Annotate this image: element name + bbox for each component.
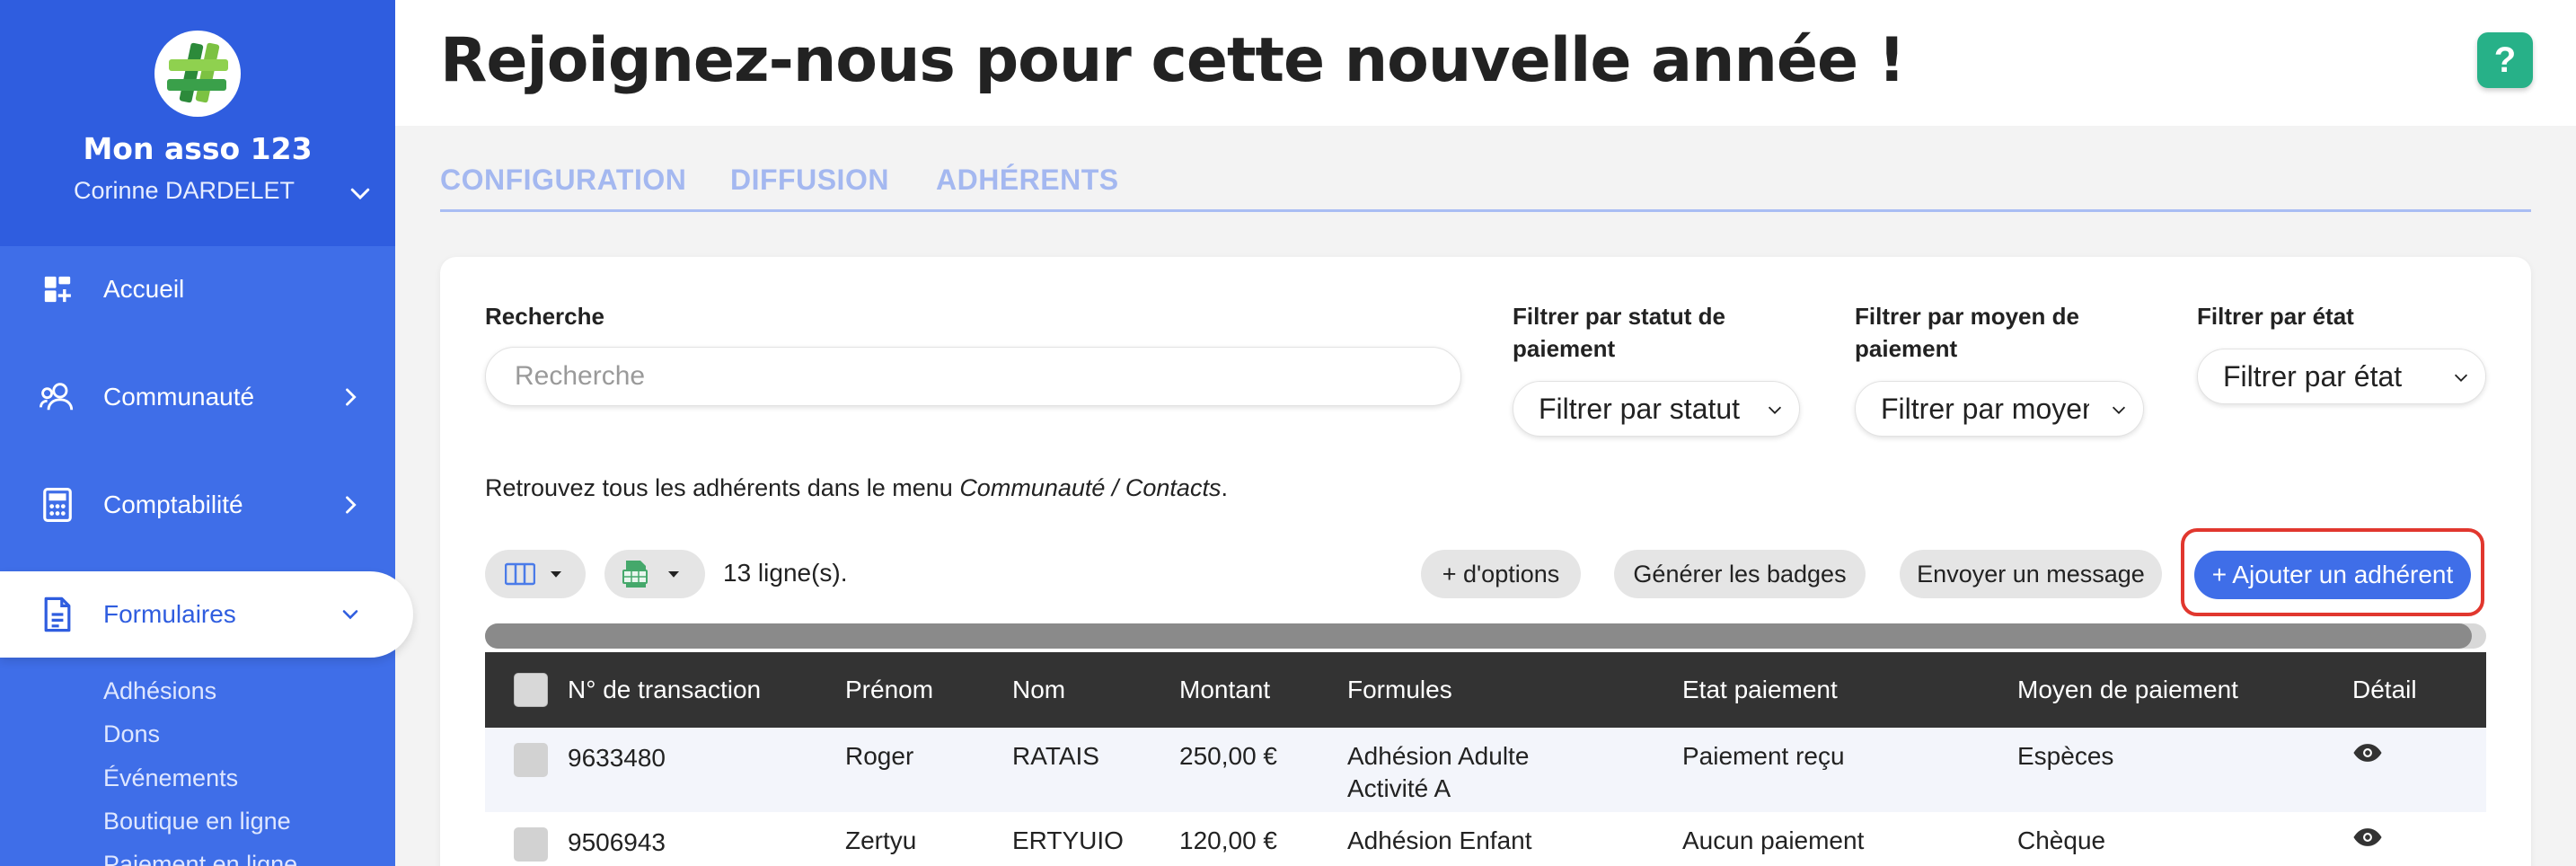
page-title: Rejoignez-nous pour cette nouvelle année…: [440, 25, 1906, 96]
payment-method: Chèque: [2017, 826, 2106, 854]
column-header[interactable]: Formules: [1347, 652, 1682, 728]
eye-icon[interactable]: [2352, 741, 2383, 764]
select-all-checkbox[interactable]: [514, 673, 548, 707]
chevron-down-icon: [1768, 406, 1782, 414]
tab-diffusion[interactable]: DIFFUSION: [730, 163, 889, 197]
tab-bar: CONFIGURATION DIFFUSION ADHÉRENTS: [440, 158, 2531, 212]
caret-down-icon: [668, 571, 679, 578]
document-icon: [38, 595, 77, 634]
row-checkbox[interactable]: [514, 742, 548, 777]
column-header[interactable]: N° de transaction: [568, 652, 845, 728]
last-name: RATAIS: [1012, 742, 1099, 770]
info-path: Communauté / Contacts: [959, 474, 1222, 501]
user-name: Corinne DARDELET: [73, 177, 296, 204]
first-name: Zertyu: [845, 826, 917, 854]
columns-button[interactable]: [485, 550, 586, 598]
subnav-boutique[interactable]: Boutique en ligne: [103, 808, 291, 835]
more-options-button[interactable]: + d'options: [1421, 550, 1581, 598]
members-table: N° de transaction Prénom Nom Montant For…: [485, 652, 2486, 866]
scrollbar-thumb[interactable]: [485, 623, 2472, 649]
chevron-down-icon: [2454, 374, 2468, 382]
members-card: Recherche Filtrer par statut de paiement…: [440, 257, 2531, 866]
sidebar-item-label: Communauté: [103, 383, 255, 411]
sidebar-item-label: Accueil: [103, 275, 185, 303]
sidebar-item-label: Formulaires: [103, 600, 236, 628]
subnav-paiement[interactable]: Paiement en ligne: [103, 851, 297, 866]
generate-badges-button[interactable]: Générer les badges: [1614, 550, 1866, 598]
column-header[interactable]: Prénom: [845, 652, 1012, 728]
state-select[interactable]: Filtrer par état: [2197, 349, 2486, 404]
table-row[interactable]: 9506943 Zertyu ERTYUIO 120,00 € Adhésion…: [485, 812, 2486, 866]
search-input[interactable]: [485, 347, 1461, 406]
table-row[interactable]: 9633480 Roger RATAIS 250,00 € Adhésion A…: [485, 728, 2486, 812]
select-value: Filtrer par statut de paiement: [1539, 392, 1745, 425]
subnav-evenements[interactable]: Événements: [103, 764, 238, 792]
transaction-id: 9633480: [568, 744, 666, 772]
column-header[interactable]: Montant: [1179, 652, 1347, 728]
column-header[interactable]: Nom: [1012, 652, 1179, 728]
first-name: Roger: [845, 742, 914, 770]
sidebar-item-accueil[interactable]: Accueil: [0, 246, 395, 332]
select-value: Filtrer par moyen de paiement: [1881, 392, 2089, 425]
chevron-down-icon[interactable]: [347, 180, 374, 207]
info-text: Retrouvez tous les adhérents dans le men…: [485, 474, 1228, 501]
calculator-icon: [38, 485, 77, 525]
column-header[interactable]: Moyen de paiement: [2017, 652, 2352, 728]
add-member-button[interactable]: + Ajouter un adhérent: [2194, 551, 2471, 599]
subnav-dons[interactable]: Dons: [103, 720, 160, 748]
send-message-button[interactable]: Envoyer un message: [1900, 550, 2162, 598]
payment-method-select[interactable]: Filtrer par moyen de paiement: [1855, 381, 2144, 437]
export-button[interactable]: [604, 550, 705, 598]
table-header-row: N° de transaction Prénom Nom Montant For…: [485, 652, 2486, 728]
amount: 120,00 €: [1179, 826, 1277, 854]
sidebar-item-label: Comptabilité: [103, 490, 243, 518]
payment-status: Paiement reçu: [1682, 742, 1845, 770]
search-label: Recherche: [485, 303, 604, 330]
organization-name: Mon asso 123: [83, 131, 313, 166]
page-header: Rejoignez-nous pour cette nouvelle année…: [395, 0, 2576, 126]
state-label: Filtrer par état: [2197, 303, 2354, 330]
payment-status-select[interactable]: Filtrer par statut de paiement: [1513, 381, 1800, 437]
row-checkbox[interactable]: [514, 826, 548, 862]
eye-icon[interactable]: [2352, 826, 2383, 849]
subnav-adhesions[interactable]: Adhésions: [103, 677, 216, 705]
community-icon: [38, 377, 77, 417]
rows-count: 13 ligne(s).: [723, 559, 848, 587]
chevron-right-icon: [346, 388, 357, 406]
last-name: ERTYUIO: [1012, 826, 1124, 854]
column-header[interactable]: Détail: [2352, 652, 2486, 728]
organization-logo: [154, 31, 241, 117]
column-header[interactable]: Etat paiement: [1682, 652, 2017, 728]
help-button[interactable]: ?: [2477, 32, 2533, 88]
formulas: Adhésion Enfant: [1347, 826, 1532, 854]
payment-status: Aucun paiement: [1682, 826, 1865, 854]
select-value: Filtrer par état: [2223, 359, 2403, 393]
payment-status-label: Filtrer par statut de paiement: [1513, 303, 1725, 362]
chevron-right-icon: [346, 496, 357, 514]
sidebar-item-comptabilite[interactable]: Comptabilité: [0, 462, 395, 548]
payment-method: Espèces: [2017, 742, 2114, 770]
payment-method-label: Filtrer par moyen de paiement: [1855, 303, 2079, 362]
transaction-id: 9506943: [568, 828, 666, 856]
columns-icon: [505, 562, 535, 586]
chevron-down-icon: [342, 610, 358, 620]
tab-adherents[interactable]: ADHÉRENTS: [936, 163, 1119, 197]
sidebar-item-communaute[interactable]: Communauté: [0, 354, 395, 440]
organization-panel[interactable]: Mon asso 123 Corinne DARDELET: [0, 0, 395, 246]
tab-configuration[interactable]: CONFIGURATION: [440, 163, 686, 197]
dashboard-icon: [38, 270, 77, 309]
horizontal-scrollbar[interactable]: [485, 623, 2486, 649]
formulas: Adhésion Adulte Activité A: [1347, 742, 1530, 802]
chevron-down-icon: [2112, 406, 2126, 414]
sidebar: Mon asso 123 Corinne DARDELET Accueil Co…: [0, 0, 413, 866]
caret-down-icon: [551, 571, 561, 578]
spreadsheet-icon: [622, 561, 648, 588]
sidebar-item-formulaires[interactable]: Formulaires: [0, 571, 413, 658]
amount: 250,00 €: [1179, 742, 1277, 770]
